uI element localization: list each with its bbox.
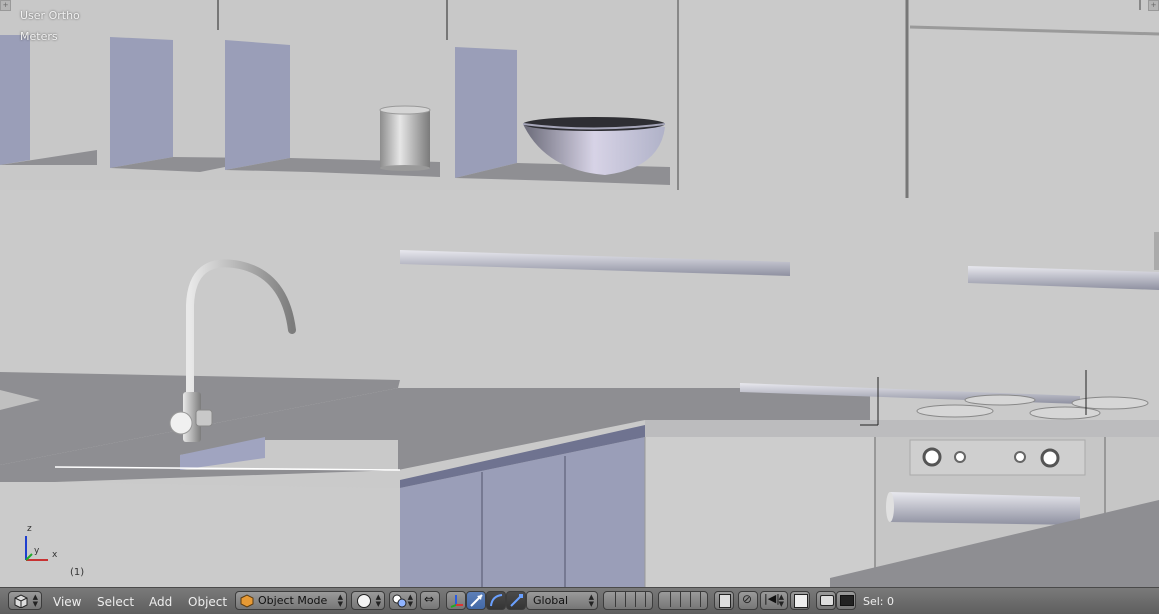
camera-icon — [820, 595, 834, 606]
snap-icon: |◀| — [764, 592, 780, 605]
lock-layers-toggle[interactable] — [714, 591, 734, 610]
proportional-edit-toggle[interactable]: ⊘ — [738, 591, 758, 610]
axis-x-label: x — [52, 550, 58, 560]
3d-view-header: ▲ ▼ View Select Add Object Object Mode ▲ ▼… — [0, 587, 1159, 614]
proportional-edit-icon: ⊘ — [742, 592, 753, 606]
opengl-render-button[interactable] — [816, 591, 836, 610]
transform-orientation-label: Global — [533, 594, 569, 607]
opengl-animation-button[interactable] — [836, 591, 856, 610]
manipulator-toggle[interactable] — [446, 591, 466, 610]
axis-y-label: y — [34, 546, 40, 556]
translate-manipulator[interactable] — [466, 591, 486, 610]
menu-object[interactable]: Object — [188, 593, 227, 611]
cube-icon — [240, 594, 254, 608]
snap-element-select[interactable]: |◀| ▲ ▼ — [760, 591, 788, 610]
snap-target-icon — [794, 594, 808, 608]
viewport-shading-select[interactable]: ▲ ▼ — [351, 591, 385, 610]
menu-select[interactable]: Select — [97, 593, 134, 611]
pivot-point-select[interactable]: ▲ ▼ — [389, 591, 417, 610]
mode-select[interactable]: Object Mode ▲ ▼ — [235, 591, 347, 610]
3d-viewport[interactable]: + + User Ortho Meters z y x (1) — [0, 0, 1159, 587]
frame-number: (1) — [70, 567, 85, 578]
layer-buttons-group-2[interactable] — [658, 591, 708, 610]
lock-layers-icon — [719, 594, 731, 608]
manipulator-icon — [450, 595, 463, 608]
snap-target-toggle[interactable] — [790, 591, 810, 610]
editor-type-button[interactable]: ▲ ▼ — [8, 591, 42, 610]
pivot-align-toggle[interactable]: ⇔ — [420, 591, 440, 610]
rotate-arc-icon — [490, 594, 503, 607]
align-arrows-icon: ⇔ — [424, 592, 435, 606]
layer-buttons-group-1[interactable] — [603, 591, 653, 610]
selection-count: Sel: 0 — [863, 595, 895, 608]
axis-z-label: z — [27, 524, 32, 534]
menu-add[interactable]: Add — [149, 593, 172, 611]
scale-manipulator[interactable] — [506, 591, 526, 610]
scene-render[interactable] — [0, 0, 1159, 587]
transform-orientation-select[interactable]: Global ▲ ▼ — [526, 591, 598, 610]
area-split-corner-icon[interactable]: + — [0, 0, 11, 11]
view-name: User Ortho — [20, 9, 80, 22]
menu-view[interactable]: View — [53, 593, 81, 611]
unit-label: Meters — [20, 30, 58, 43]
3d-view-icon — [14, 594, 28, 608]
translate-arrow-icon — [470, 594, 483, 607]
solid-sphere-icon — [357, 594, 371, 608]
pivot-icon — [392, 594, 407, 608]
axis-gizmo: z y x — [18, 524, 68, 566]
clapperboard-icon — [840, 595, 854, 606]
scale-icon — [510, 594, 523, 607]
mode-label: Object Mode — [258, 594, 328, 607]
area-split-corner-icon[interactable]: + — [1148, 0, 1159, 11]
rotate-manipulator[interactable] — [486, 591, 506, 610]
